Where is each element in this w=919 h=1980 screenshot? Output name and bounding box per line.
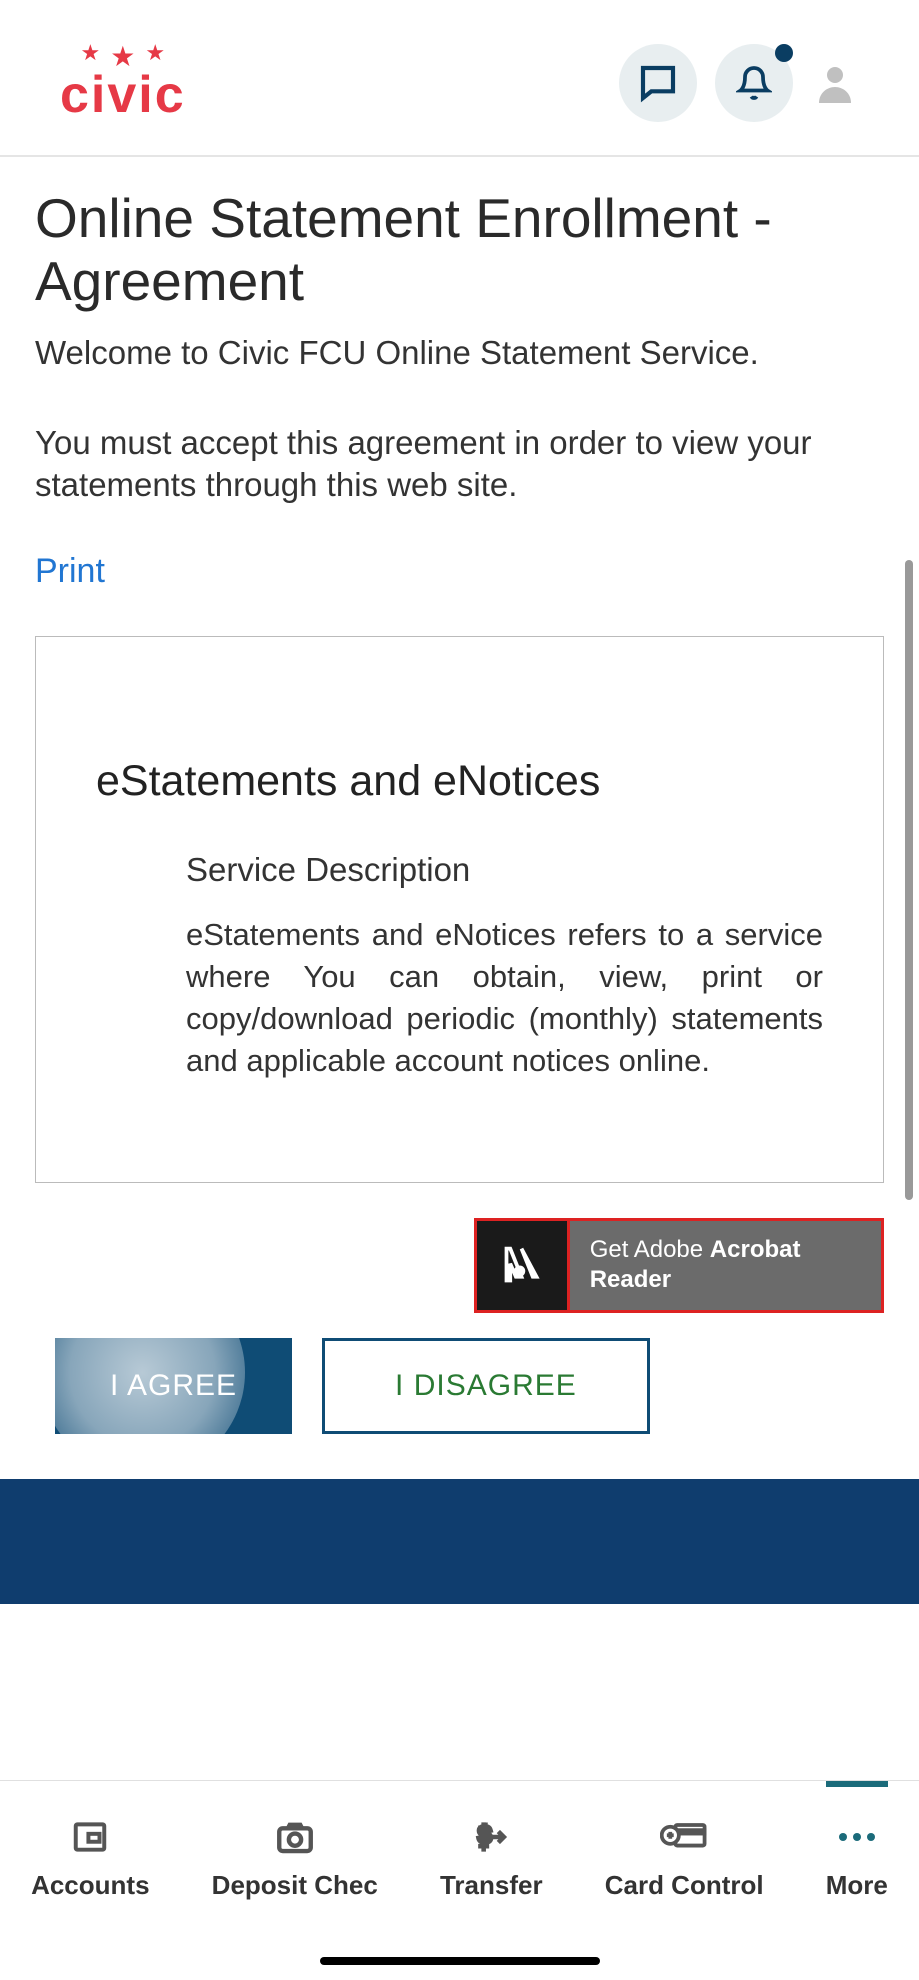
user-icon (811, 59, 859, 107)
nav-deposit[interactable]: Deposit Chec (212, 1816, 378, 1901)
nav-more[interactable]: More (826, 1816, 888, 1901)
card-control-icon (660, 1816, 708, 1858)
brand-logo: ★ ★ ★ civic (60, 40, 186, 125)
agreement-box[interactable]: eStatements and eNotices Service Descrip… (35, 636, 884, 1182)
transfer-icon: $ (469, 1816, 513, 1858)
accounts-icon (71, 1816, 109, 1858)
profile-button[interactable] (811, 59, 859, 107)
nav-label: Transfer (440, 1870, 543, 1901)
bell-icon (736, 65, 772, 101)
footer-bar (0, 1479, 919, 1604)
adobe-line1: Get Adobe (590, 1236, 703, 1263)
agreement-body: eStatements and eNotices refers to a ser… (186, 914, 823, 1081)
messages-button[interactable] (619, 44, 697, 122)
nav-label: Deposit Chec (212, 1870, 378, 1901)
notification-dot-icon (775, 44, 793, 62)
adobe-text: Get Adobe Acrobat Reader (570, 1235, 881, 1295)
agreement-heading: eStatements and eNotices (96, 757, 823, 806)
nav-label: More (826, 1870, 888, 1901)
camera-icon (274, 1816, 316, 1858)
nav-label: Accounts (31, 1870, 149, 1901)
instruction-text: You must accept this agreement in order … (35, 422, 884, 508)
disagree-button[interactable]: I DISAGREE (322, 1338, 650, 1434)
home-indicator[interactable] (320, 1957, 600, 1965)
page-title: Online Statement Enrollment - Agreement (35, 187, 884, 314)
notifications-button[interactable] (715, 44, 793, 122)
logo-text: civic (60, 65, 186, 125)
adobe-icon (477, 1221, 570, 1310)
nav-card-control[interactable]: Card Control (605, 1816, 764, 1901)
scrollbar[interactable] (905, 560, 913, 1200)
nav-accounts[interactable]: Accounts (31, 1816, 149, 1901)
bottom-navigation: Accounts Deposit Chec $ Transfer (0, 1780, 919, 1980)
svg-text:$: $ (478, 1822, 491, 1849)
adobe-reader-link[interactable]: Get Adobe Acrobat Reader (474, 1218, 884, 1313)
more-icon (835, 1816, 879, 1858)
agreement-actions: I AGREE I DISAGREE (35, 1338, 884, 1434)
print-link[interactable]: Print (35, 552, 105, 591)
nav-label: Card Control (605, 1870, 764, 1901)
header-actions (619, 44, 859, 122)
agree-button[interactable]: I AGREE (55, 1338, 292, 1434)
agreement-subheading: Service Description (186, 851, 823, 889)
nav-transfer[interactable]: $ Transfer (440, 1816, 543, 1901)
app-header: ★ ★ ★ civic (0, 0, 919, 157)
chat-icon (638, 63, 678, 103)
main-content: Online Statement Enrollment - Agreement … (0, 157, 919, 1464)
welcome-text: Welcome to Civic FCU Online Statement Se… (35, 334, 884, 372)
